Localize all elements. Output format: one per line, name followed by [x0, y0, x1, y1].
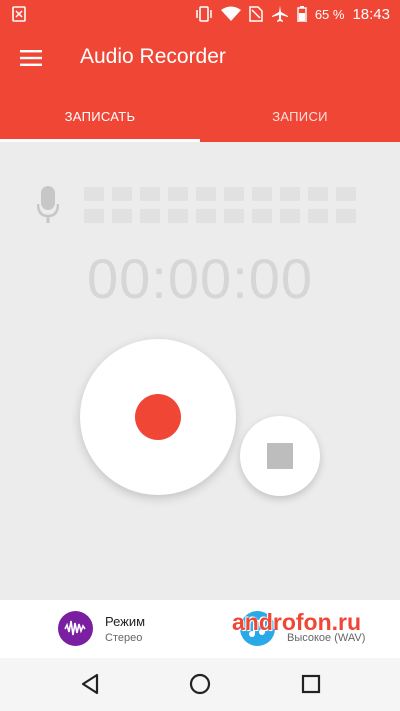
mode-title: Режим [105, 614, 146, 629]
tab-records[interactable]: ЗАПИСИ [200, 90, 400, 142]
level-meter-cell [336, 187, 356, 201]
recording-timer: 00:00:00 [87, 247, 313, 310]
app-title: Audio Recorder [80, 45, 226, 68]
tab-record[interactable]: ЗАПИСАТЬ [0, 90, 200, 142]
level-meter-cell [140, 187, 160, 201]
level-meter-cell [196, 209, 216, 223]
settings-panel: Режим Стерео Высокое (WAV) [0, 600, 400, 658]
no-sim-icon [249, 6, 263, 22]
level-meter-cell [224, 209, 244, 223]
audio-level-meter [84, 187, 356, 227]
status-bar: 65 % 18:43 [0, 0, 400, 28]
tab-records-label: ЗАПИСИ [272, 108, 328, 124]
level-meter-cell [140, 209, 160, 223]
mode-value: Стерео [105, 632, 143, 644]
hamburger-menu-icon[interactable] [20, 49, 42, 67]
level-meter-cell [168, 209, 188, 223]
stop-icon [267, 443, 293, 469]
battery-percent: 65 % [314, 6, 345, 22]
recent-apps-icon[interactable] [299, 672, 323, 696]
status-time: 18:43 [352, 5, 390, 23]
microphone-icon [37, 186, 59, 223]
level-meter-cell [252, 209, 272, 223]
recorder-panel: 00:00:00 [0, 142, 400, 600]
level-meter-cell [112, 187, 132, 201]
level-meter-cell [224, 187, 244, 201]
level-meter-cell [196, 187, 216, 201]
mode-setting[interactable]: Режим Стерео [58, 600, 228, 658]
level-meter-cell [252, 187, 272, 201]
record-icon [135, 394, 181, 440]
level-meter-cell [112, 209, 132, 223]
quality-setting[interactable]: Высокое (WAV) [240, 600, 400, 658]
tab-record-label: ЗАПИСАТЬ [64, 108, 136, 124]
music-note-icon [240, 611, 275, 646]
level-meter-cell [168, 187, 188, 201]
level-meter-cell [308, 187, 328, 201]
back-icon[interactable] [78, 672, 102, 696]
level-meter-cell [336, 209, 356, 223]
airplane-icon [271, 6, 288, 22]
app-bar: Audio Recorder [0, 28, 400, 90]
record-button[interactable] [80, 339, 236, 495]
vibrate-icon [196, 6, 212, 22]
level-meter-cell [84, 187, 104, 201]
home-icon[interactable] [188, 672, 212, 696]
level-meter-cell [280, 209, 300, 223]
quality-value: Высокое (WAV) [287, 632, 366, 644]
wifi-icon [220, 6, 241, 21]
level-meter-cell [84, 209, 104, 223]
sim-card-icon [12, 6, 26, 22]
waveform-icon [58, 611, 93, 646]
status-icons: 65 % 18:43 [195, 5, 390, 23]
stop-button[interactable] [240, 416, 320, 496]
tab-bar: ЗАПИСАТЬ ЗАПИСИ [0, 90, 400, 142]
level-meter-cell [280, 187, 300, 201]
navigation-bar [0, 658, 400, 711]
level-meter-cell [308, 209, 328, 223]
battery-icon [297, 6, 307, 22]
